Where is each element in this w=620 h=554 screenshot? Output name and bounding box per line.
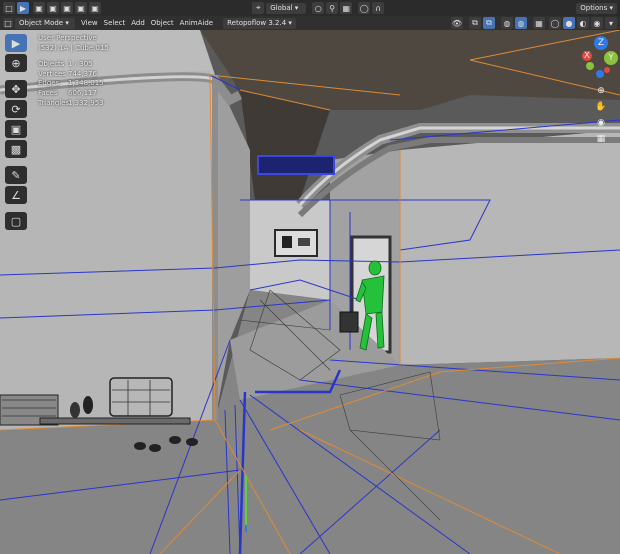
pivot-icon[interactable]: ○: [312, 2, 325, 14]
axis-x-label: X: [583, 51, 591, 61]
gizmo-icon[interactable]: ⧉: [483, 17, 495, 29]
stats-row: Objects 1 / 305: [38, 60, 109, 70]
solid-shading-icon[interactable]: ●: [563, 17, 575, 29]
visibility-icon[interactable]: 👁: [451, 17, 463, 29]
orientation-icon[interactable]: ⌖: [252, 2, 265, 14]
gizmo-toggle-icon[interactable]: ⧉: [469, 17, 481, 29]
stats-key: Vertices: [38, 69, 66, 78]
select-box-tool-icon[interactable]: ▶: [5, 34, 27, 52]
editor-icon[interactable]: □: [3, 18, 13, 28]
menu-view[interactable]: View: [81, 19, 98, 27]
stats-value: 744,376: [68, 69, 97, 78]
stats-key: Edges: [38, 79, 60, 88]
top-toolbar: □ ▶ ▣ ▣ ▣ ▣ ▣ ⌖ Global ▾ ○ ⚲ ▦ ◯ ∩ Optio…: [0, 0, 620, 17]
stats-value: 1 / 305: [68, 60, 93, 69]
viewport-header: □ Object Mode ▾ View Select Add Object A…: [0, 16, 620, 30]
camera-icon[interactable]: ◉: [594, 116, 608, 130]
grid-icon[interactable]: ▦: [594, 132, 608, 146]
axis-neg-z-button[interactable]: [596, 70, 604, 78]
overlay-icon[interactable]: ◍: [515, 17, 527, 29]
axis-z-label: Z: [597, 38, 605, 48]
options-dropdown[interactable]: Options ▾: [576, 2, 617, 14]
axis-y-button[interactable]: Y: [604, 51, 618, 65]
navigation-gizmo: Z Y X ⊕ ✋ ◉ ▦: [580, 32, 620, 152]
axis-neg-y-button[interactable]: [586, 62, 594, 70]
active-collection: (532) 1A | Cube.015: [38, 43, 109, 52]
scene-render: [0, 30, 620, 554]
stats-value: 1,348,015: [68, 79, 104, 88]
axis-neg-x-button[interactable]: [604, 67, 610, 73]
stats-row: Vertices 744,376: [38, 70, 109, 80]
zoom-icon[interactable]: ⊕: [594, 84, 608, 98]
overlay-toggle-icon[interactable]: ◍: [501, 17, 513, 29]
3d-viewport[interactable]: ▶ ⊕ ✥ ⟳ ▣ ▩ ✎ ∠ ▢ User Perspective (532)…: [0, 30, 620, 554]
cursor-tool-icon[interactable]: ⊕: [5, 54, 27, 72]
axis-z-button[interactable]: Z: [594, 36, 608, 50]
select-intersect-icon[interactable]: ▣: [89, 2, 101, 14]
shading-options-icon[interactable]: ▾: [605, 17, 617, 29]
rotate-tool-icon[interactable]: ⟳: [5, 100, 27, 118]
view-name: User Perspective: [38, 34, 97, 42]
editor-type-icon[interactable]: □: [3, 2, 15, 14]
proportional-edit-icon[interactable]: ◯: [358, 2, 371, 14]
options-label: Options: [580, 3, 608, 12]
stats-row: Edges 1,348,015: [38, 79, 109, 89]
stats-key: Triangles: [38, 98, 70, 107]
axis-y-label: Y: [608, 53, 614, 63]
select-mode-icon[interactable]: ▶: [17, 2, 29, 14]
stats-row: Faces 606,117: [38, 89, 109, 99]
falloff-icon[interactable]: ∩: [372, 2, 385, 14]
mode-label: Object Mode: [19, 18, 64, 27]
select-subtract-icon[interactable]: ▣: [61, 2, 73, 14]
pan-hand-icon[interactable]: ✋: [594, 100, 608, 114]
annotate-tool-icon[interactable]: ✎: [5, 166, 27, 184]
stats-key: Objects: [38, 60, 65, 69]
viewport-stats-overlay: User Perspective (532) 1A | Cube.015 Obj…: [38, 34, 109, 108]
menu-object[interactable]: Object: [151, 19, 174, 27]
snap-target-icon[interactable]: ▦: [340, 2, 353, 14]
stats-value: 1,332,953: [68, 98, 104, 107]
select-new-icon[interactable]: ▣: [33, 2, 45, 14]
move-tool-icon[interactable]: ✥: [5, 80, 27, 98]
retopoflow-dropdown[interactable]: Retopoflow 3.2.4 ▾: [223, 17, 296, 29]
measure-tool-icon[interactable]: ∠: [5, 186, 27, 204]
stats-row: Triangles 1,332,953: [38, 99, 109, 109]
transform-tool-icon[interactable]: ▩: [5, 140, 27, 158]
stats-value: 606,117: [68, 88, 97, 97]
select-invert-icon[interactable]: ▣: [75, 2, 87, 14]
scale-tool-icon[interactable]: ▣: [5, 120, 27, 138]
rendered-shading-icon[interactable]: ◉: [591, 17, 603, 29]
orientation-label: Global: [270, 3, 293, 12]
material-shading-icon[interactable]: ◐: [577, 17, 589, 29]
tool-shelf: ▶ ⊕ ✥ ⟳ ▣ ▩ ✎ ∠ ▢: [5, 34, 29, 230]
retopoflow-label: Retopoflow 3.2.4: [227, 18, 287, 27]
transform-orientation-dropdown[interactable]: Global ▾: [266, 2, 307, 14]
menu-add[interactable]: Add: [131, 19, 145, 27]
select-extend-icon[interactable]: ▣: [47, 2, 59, 14]
mode-dropdown[interactable]: Object Mode ▾: [15, 17, 75, 29]
wireframe-shading-icon[interactable]: ◯: [549, 17, 561, 29]
stats-key: Faces: [38, 88, 58, 97]
snap-icon[interactable]: ⚲: [326, 2, 339, 14]
menu-animaide[interactable]: AnimAide: [180, 19, 213, 27]
axis-x-button[interactable]: X: [582, 51, 592, 61]
menu-select[interactable]: Select: [104, 19, 126, 27]
xray-icon[interactable]: ▦: [533, 17, 545, 29]
add-cube-tool-icon[interactable]: ▢: [5, 212, 27, 230]
